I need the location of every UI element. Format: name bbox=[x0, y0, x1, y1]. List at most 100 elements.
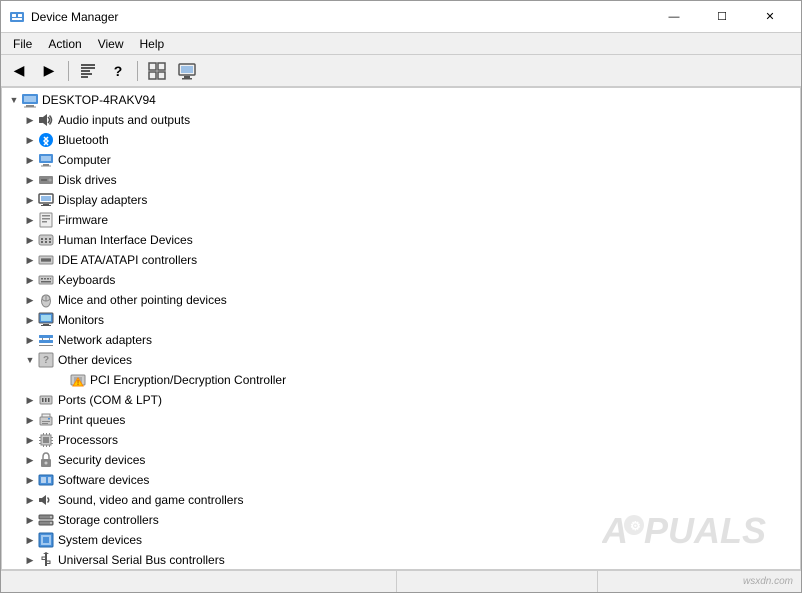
sound-label: Sound, video and game controllers bbox=[58, 493, 243, 507]
processors-icon bbox=[38, 432, 54, 448]
system-expander[interactable]: ▶ bbox=[22, 532, 38, 548]
mice-label: Mice and other pointing devices bbox=[58, 293, 227, 307]
device-tree: ▼ DESKTOP-4RAKV94 ▶ bbox=[2, 88, 800, 570]
hid-icon bbox=[38, 232, 54, 248]
monitors-label: Monitors bbox=[58, 313, 104, 327]
tree-item-processors[interactable]: ▶ bbox=[2, 430, 800, 450]
menu-help[interactable]: Help bbox=[132, 35, 173, 53]
tree-root[interactable]: ▼ DESKTOP-4RAKV94 bbox=[2, 90, 800, 110]
tree-item-software[interactable]: ▶ Software devices bbox=[2, 470, 800, 490]
toolbar-separator-2 bbox=[137, 61, 138, 81]
security-label: Security devices bbox=[58, 453, 145, 467]
tree-item-pci[interactable]: ▶ ! PCI Encryption/Decryption Controller bbox=[2, 370, 800, 390]
tree-item-bluetooth[interactable]: ▶ Bluetooth bbox=[2, 130, 800, 150]
print-expander[interactable]: ▶ bbox=[22, 412, 38, 428]
window-controls: — ☐ ✕ bbox=[651, 1, 793, 33]
monitor-button[interactable] bbox=[173, 58, 201, 84]
tree-item-disk[interactable]: ▶ Disk drives bbox=[2, 170, 800, 190]
root-expander[interactable]: ▼ bbox=[6, 92, 22, 108]
view-grid-button[interactable] bbox=[143, 58, 171, 84]
firmware-label: Firmware bbox=[58, 213, 108, 227]
tree-item-audio[interactable]: ▶ Audio inputs and outputs bbox=[2, 110, 800, 130]
print-icon bbox=[38, 412, 54, 428]
hid-label: Human Interface Devices bbox=[58, 233, 193, 247]
forward-button[interactable]: ▶ bbox=[35, 58, 63, 84]
display-label: Display adapters bbox=[58, 193, 147, 207]
help-button[interactable]: ? bbox=[104, 58, 132, 84]
close-button[interactable]: ✕ bbox=[747, 1, 793, 33]
storage-icon bbox=[38, 512, 54, 528]
tree-item-display[interactable]: ▶ Display adapters bbox=[2, 190, 800, 210]
keyboards-icon bbox=[38, 272, 54, 288]
monitors-expander[interactable]: ▶ bbox=[22, 312, 38, 328]
minimize-button[interactable]: — bbox=[651, 1, 697, 33]
network-icon bbox=[38, 332, 54, 348]
print-label: Print queues bbox=[58, 413, 125, 427]
tree-item-other[interactable]: ▼ ? Other devices bbox=[2, 350, 800, 370]
mice-expander[interactable]: ▶ bbox=[22, 292, 38, 308]
ide-icon bbox=[38, 252, 54, 268]
security-expander[interactable]: ▶ bbox=[22, 452, 38, 468]
tree-item-ide[interactable]: ▶ IDE ATA/ATAPI controllers bbox=[2, 250, 800, 270]
tree-item-firmware[interactable]: ▶ Firmware bbox=[2, 210, 800, 230]
software-label: Software devices bbox=[58, 473, 149, 487]
ports-expander[interactable]: ▶ bbox=[22, 392, 38, 408]
maximize-button[interactable]: ☐ bbox=[699, 1, 745, 33]
tree-item-hid[interactable]: ▶ Human Interface Devices bbox=[2, 230, 800, 250]
tree-item-mice[interactable]: ▶ Mice and other pointing devices bbox=[2, 290, 800, 310]
software-expander[interactable]: ▶ bbox=[22, 472, 38, 488]
tree-item-computer[interactable]: ▶ Computer bbox=[2, 150, 800, 170]
menu-file[interactable]: File bbox=[5, 35, 40, 53]
network-expander[interactable]: ▶ bbox=[22, 332, 38, 348]
keyboards-expander[interactable]: ▶ bbox=[22, 272, 38, 288]
pci-warning-icon: ! bbox=[70, 372, 86, 388]
ide-label: IDE ATA/ATAPI controllers bbox=[58, 253, 197, 267]
bluetooth-expander[interactable]: ▶ bbox=[22, 132, 38, 148]
tree-item-storage[interactable]: ▶ Storage controllers bbox=[2, 510, 800, 530]
audio-label: Audio inputs and outputs bbox=[58, 113, 190, 127]
usb-controllers-expander[interactable]: ▶ bbox=[22, 552, 38, 568]
properties-button[interactable] bbox=[74, 58, 102, 84]
toolbar: ◀ ▶ ? bbox=[1, 55, 801, 87]
tree-item-keyboards[interactable]: ▶ Keyboards bbox=[2, 270, 800, 290]
tree-view-container[interactable]: ▼ DESKTOP-4RAKV94 ▶ bbox=[1, 87, 801, 570]
display-expander[interactable]: ▶ bbox=[22, 192, 38, 208]
usb-controllers-icon bbox=[38, 552, 54, 568]
menu-bar: File Action View Help bbox=[1, 33, 801, 55]
hid-expander[interactable]: ▶ bbox=[22, 232, 38, 248]
other-expander[interactable]: ▼ bbox=[22, 352, 38, 368]
ide-expander[interactable]: ▶ bbox=[22, 252, 38, 268]
tree-item-system[interactable]: ▶ System devices bbox=[2, 530, 800, 550]
disk-label: Disk drives bbox=[58, 173, 117, 187]
svg-text:!: ! bbox=[77, 380, 79, 387]
tree-item-security[interactable]: ▶ Security devices bbox=[2, 450, 800, 470]
tree-item-ports[interactable]: ▶ Ports (COM & LPT) bbox=[2, 390, 800, 410]
status-bar: wsxdn.com bbox=[1, 570, 801, 592]
sound-icon bbox=[38, 492, 54, 508]
menu-view[interactable]: View bbox=[90, 35, 132, 53]
firmware-icon bbox=[38, 212, 54, 228]
processors-expander[interactable]: ▶ bbox=[22, 432, 38, 448]
toolbar-separator-1 bbox=[68, 61, 69, 81]
tree-item-print[interactable]: ▶ Print queues bbox=[2, 410, 800, 430]
tree-item-monitors[interactable]: ▶ Monitors bbox=[2, 310, 800, 330]
system-icon bbox=[38, 532, 54, 548]
disk-expander[interactable]: ▶ bbox=[22, 172, 38, 188]
menu-action[interactable]: Action bbox=[40, 35, 89, 53]
tree-item-sound[interactable]: ▶ Sound, video and game controllers bbox=[2, 490, 800, 510]
usb-controllers-label: Universal Serial Bus controllers bbox=[58, 553, 225, 567]
tree-item-usb-controllers[interactable]: ▶ Universal Serial Bus controllers bbox=[2, 550, 800, 570]
back-button[interactable]: ◀ bbox=[5, 58, 33, 84]
computer-device-icon bbox=[38, 152, 54, 168]
firmware-expander[interactable]: ▶ bbox=[22, 212, 38, 228]
window-title: Device Manager bbox=[31, 10, 651, 24]
bluetooth-icon bbox=[38, 132, 54, 148]
storage-expander[interactable]: ▶ bbox=[22, 512, 38, 528]
tree-item-network[interactable]: ▶ Network adapters bbox=[2, 330, 800, 350]
other-icon: ? bbox=[38, 352, 54, 368]
audio-expander[interactable]: ▶ bbox=[22, 112, 38, 128]
other-label: Other devices bbox=[58, 353, 132, 367]
sound-expander[interactable]: ▶ bbox=[22, 492, 38, 508]
status-text bbox=[5, 571, 397, 592]
computer-expander[interactable]: ▶ bbox=[22, 152, 38, 168]
